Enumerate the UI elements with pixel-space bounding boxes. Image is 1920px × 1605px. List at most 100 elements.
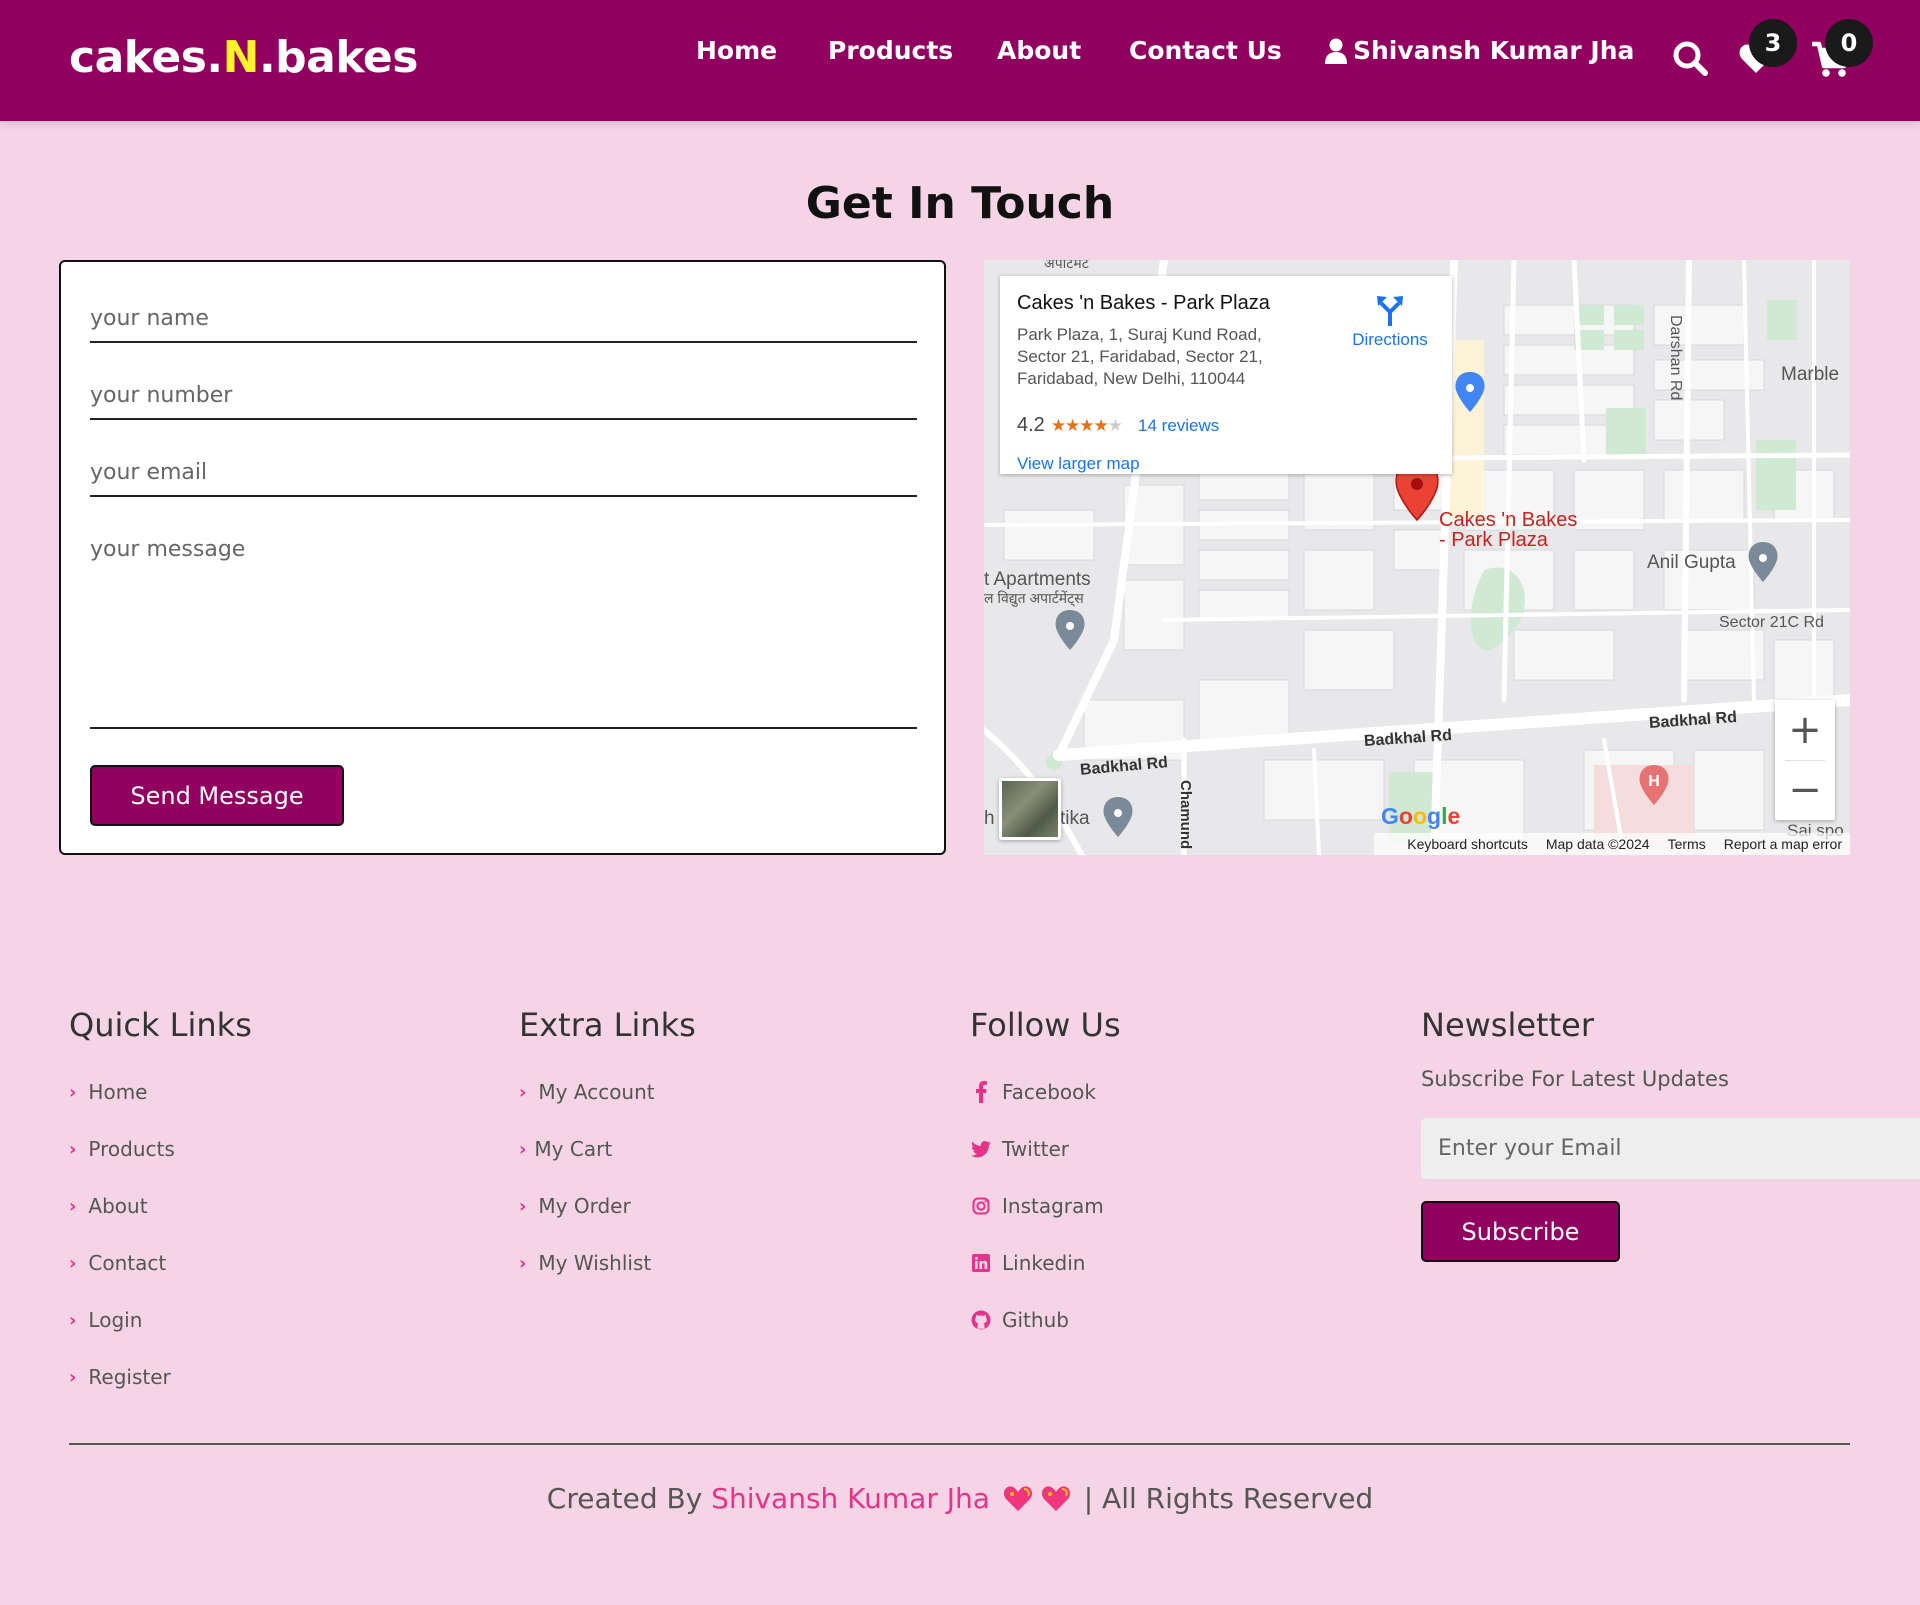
- map-place-card: Cakes 'n Bakes - Park Plaza Park Plaza, …: [1000, 276, 1452, 474]
- place-address: Park Plaza, 1, Suraj Kund Road, Sector 2…: [1017, 325, 1263, 388]
- keyboard-shortcuts-link[interactable]: Keyboard shortcuts: [1407, 836, 1528, 852]
- chevron-right-icon: ›: [519, 1252, 527, 1274]
- quick-link-label: Home: [88, 1080, 148, 1104]
- zoom-out-button[interactable]: −: [1775, 760, 1835, 820]
- zoom-controls: + −: [1775, 700, 1835, 820]
- star-empty: ★: [1107, 415, 1123, 435]
- map-marker-label-1: Cakes 'n Bakes: [1439, 509, 1578, 531]
- chevron-right-icon: ›: [69, 1195, 77, 1217]
- contact-form: Send Message: [59, 260, 946, 855]
- linkedin-icon: [970, 1254, 992, 1272]
- map-label-apartments: t Apartments: [984, 569, 1091, 590]
- satellite-toggle[interactable]: [999, 778, 1061, 840]
- stars-filled: ★★★★: [1050, 415, 1109, 435]
- chevron-right-icon: ›: [69, 1081, 77, 1103]
- newsletter-email-input[interactable]: [1421, 1118, 1920, 1179]
- chevron-right-icon: ›: [69, 1309, 77, 1331]
- google-logo: Google: [1381, 803, 1461, 829]
- quick-link-label: About: [88, 1194, 148, 1218]
- map-embed[interactable]: H Cakes 'n Bakes - Park Plaza Marble Ani…: [984, 260, 1850, 855]
- quick-link-label: Products: [88, 1137, 175, 1161]
- zoom-in-button[interactable]: +: [1775, 700, 1835, 760]
- footer-quick-links: Quick Links › Home › Products › About › Cont…: [69, 1006, 252, 1389]
- footer-extra-links: Extra Links › My Account › My Cart › My Ord…: [519, 1006, 696, 1275]
- directions-icon: [1377, 296, 1403, 326]
- terms-link[interactable]: Terms: [1668, 836, 1706, 852]
- credits-suffix: | All Rights Reserved: [1083, 1482, 1374, 1515]
- place-name: Cakes 'n Bakes - Park Plaza: [1017, 292, 1270, 314]
- quick-link-register[interactable]: › Register: [69, 1365, 171, 1389]
- report-map-error-link[interactable]: Report a map error: [1724, 836, 1842, 852]
- map-label-marble: Marble: [1781, 364, 1840, 385]
- map-label-sector-21c: Sector 21C Rd: [1719, 614, 1824, 631]
- extra-link-my-cart[interactable]: › My Cart: [519, 1137, 612, 1161]
- nav-about[interactable]: About: [997, 36, 1081, 65]
- social-link-label: Instagram: [1002, 1194, 1104, 1218]
- email-input[interactable]: [90, 454, 917, 497]
- social-link-facebook[interactable]: Facebook: [970, 1080, 1096, 1104]
- social-link-label: Facebook: [1002, 1080, 1096, 1104]
- wishlist-count-badge: 3: [1749, 19, 1797, 67]
- quick-link-home[interactable]: › Home: [69, 1080, 147, 1104]
- map-attribution-bar: Keyboard shortcuts Map data ©2024 Terms …: [1374, 833, 1850, 855]
- rating-stars: ★★★★★: [1050, 415, 1123, 436]
- map-label-anil-gupta: Anil Gupta: [1647, 552, 1736, 573]
- nav-products[interactable]: Products: [828, 36, 953, 65]
- page-title: Get In Touch: [805, 178, 1115, 229]
- extra-link-label: My Cart: [534, 1137, 613, 1161]
- nav-home[interactable]: Home: [696, 36, 777, 65]
- social-link-instagram[interactable]: Instagram: [970, 1194, 1104, 1218]
- newsletter-subtitle: Subscribe For Latest Updates: [1421, 1067, 1729, 1091]
- search-button[interactable]: [1672, 40, 1708, 80]
- extra-link-label: My Wishlist: [538, 1251, 652, 1275]
- newsletter-title: Newsletter: [1421, 1006, 1594, 1044]
- social-link-twitter[interactable]: Twitter: [970, 1137, 1069, 1161]
- quick-link-products[interactable]: › Products: [69, 1137, 175, 1161]
- map-label-vatika-h: h: [984, 808, 995, 829]
- extra-link-my-wishlist[interactable]: › My Wishlist: [519, 1251, 651, 1275]
- footer-follow-us: Follow Us Facebook Twitter Instagram Lin…: [970, 1006, 1121, 1332]
- follow-us-title: Follow Us: [970, 1006, 1121, 1044]
- quick-link-about[interactable]: › About: [69, 1194, 148, 1218]
- map-label-apartments-hindi: ल विद्युत अपार्टमेंट्स: [984, 590, 1084, 606]
- github-icon: [970, 1310, 992, 1330]
- chevron-right-icon: ›: [519, 1138, 527, 1160]
- quick-link-contact[interactable]: › Contact: [69, 1251, 166, 1275]
- credits-prefix: Created By: [546, 1482, 712, 1515]
- message-textarea[interactable]: [90, 531, 917, 729]
- send-message-button[interactable]: Send Message: [90, 765, 344, 826]
- footer-credits: Created By Shivansh Kumar Jha | All Righ…: [0, 1482, 1920, 1515]
- chevron-right-icon: ›: [69, 1252, 77, 1274]
- name-input[interactable]: [90, 300, 917, 343]
- directions-button[interactable]: Directions: [1340, 294, 1440, 350]
- user-name: Shivansh Kumar Jha: [1353, 36, 1635, 65]
- chevron-right-icon: ›: [69, 1366, 77, 1388]
- footer-divider: [69, 1443, 1850, 1445]
- twitter-icon: [970, 1140, 992, 1158]
- map-marker-label[interactable]: Cakes 'n Bakes - Park Plaza: [1439, 510, 1577, 550]
- nav-user-profile[interactable]: Shivansh Kumar Jha: [1325, 36, 1634, 65]
- cart-count-badge: 0: [1825, 19, 1873, 67]
- view-larger-map-link[interactable]: View larger map: [1017, 454, 1140, 474]
- extra-link-my-order[interactable]: › My Order: [519, 1194, 631, 1218]
- number-input[interactable]: [90, 377, 917, 420]
- heart-icon: [1041, 1486, 1070, 1511]
- instagram-icon: [970, 1197, 992, 1215]
- reviews-link[interactable]: 14 reviews: [1138, 416, 1219, 436]
- nav-contact[interactable]: Contact Us: [1129, 36, 1282, 65]
- subscribe-button[interactable]: Subscribe: [1421, 1201, 1620, 1262]
- extra-link-my-account[interactable]: › My Account: [519, 1080, 655, 1104]
- map-data-text: Map data ©2024: [1545, 836, 1650, 852]
- rating-value: 4.2: [1017, 414, 1045, 436]
- extra-links-title: Extra Links: [519, 1006, 696, 1044]
- quick-link-login[interactable]: › Login: [69, 1308, 142, 1332]
- social-link-linkedin[interactable]: Linkedin: [970, 1251, 1085, 1275]
- facebook-icon: [970, 1081, 992, 1103]
- main-nav: Home Products About Contact Us Shivansh …: [0, 36, 1920, 72]
- user-icon: [1325, 38, 1347, 64]
- social-link-label: Twitter: [1002, 1137, 1070, 1161]
- quick-link-label: Login: [88, 1308, 143, 1332]
- place-rating: 4.2 ★★★★★ 14 reviews: [1017, 414, 1219, 437]
- social-link-github[interactable]: Github: [970, 1308, 1069, 1332]
- social-link-label: Linkedin: [1002, 1251, 1086, 1275]
